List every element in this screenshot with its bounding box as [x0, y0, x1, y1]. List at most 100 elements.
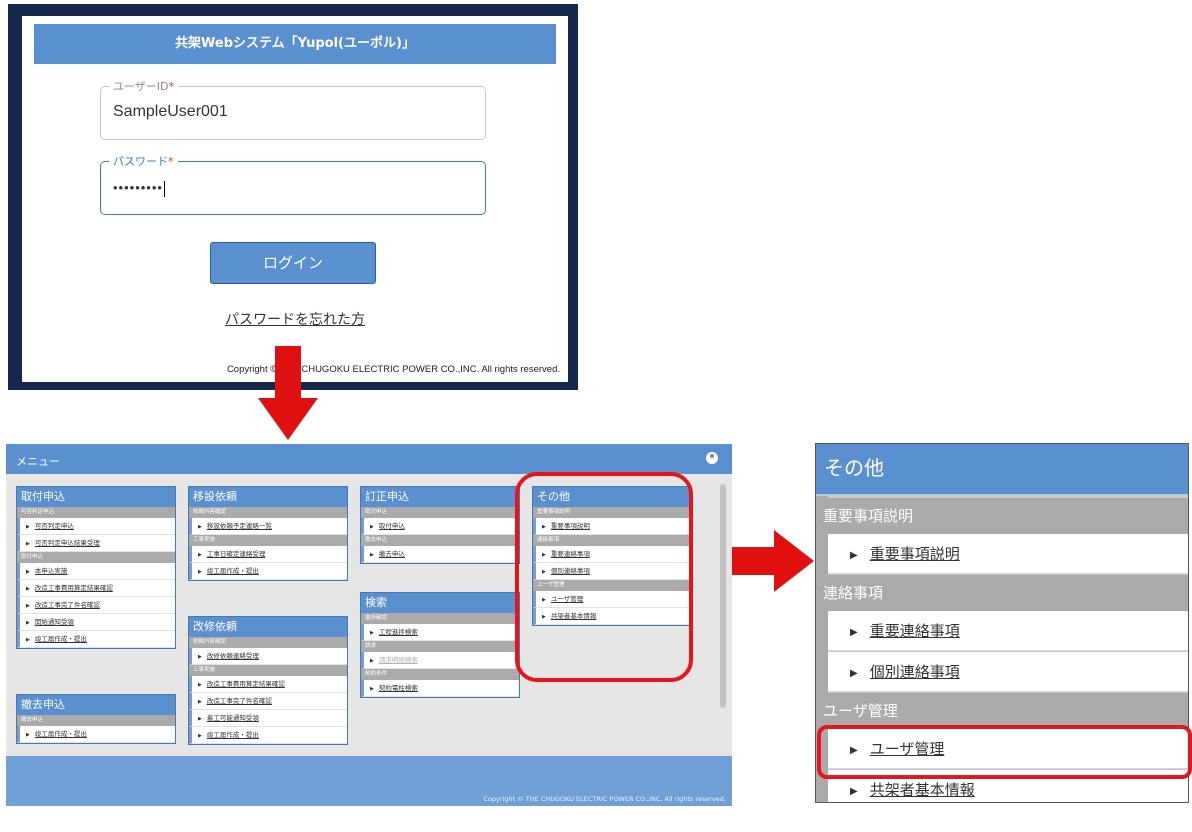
menu-section-header: 請求 [361, 641, 519, 652]
userid-input-value[interactable]: SampleUser001 [113, 103, 228, 121]
menu-item-link[interactable]: ▶ 改造工事完了件名確認 [189, 693, 347, 710]
triangle-right-icon: ▶ [370, 524, 374, 530]
arrow-down-icon [258, 346, 318, 440]
menu-item-link[interactable]: ▶ 着工可能通知受領 [189, 710, 347, 727]
triangle-right-icon: ▶ [198, 654, 202, 660]
triangle-right-icon: ▶ [198, 682, 202, 688]
menu-card-isetsu: 移設依頼 依頼内容確認 ▶ 移設依頼予定連絡一覧 工事実施 ▶ 工事日確定連絡受理 ▶ 竣工届作… [188, 486, 348, 581]
menu-item-label: 可否判定申込結果受理 [34, 539, 100, 547]
menu-card-tekkyo: 撤去申込 撤去申込 ▶ 竣工届作成・提出 [16, 694, 176, 744]
userid-field[interactable]: ユーザーID* SampleUser001 [100, 78, 486, 140]
zoomed-item-label: 共架者基本情報 [869, 781, 975, 799]
menu-item-link[interactable]: ▶ 契約電柱検索 [361, 680, 519, 697]
menu-item-link[interactable]: ▶ 本申込実施 [17, 563, 175, 580]
menu-item-link[interactable]: ▶ 工程進捗検索 [361, 624, 519, 641]
forgot-password-link[interactable]: パスワードを忘れた方 [22, 309, 568, 329]
menu-item-label: 撤去申込 [378, 550, 405, 558]
menu-section-header: 工事実施 [189, 535, 347, 546]
triangle-right-icon: ▶ [198, 716, 202, 722]
menu-card-title: 訂正申込 [361, 487, 519, 507]
menu-section-header: 可否判定申込 [17, 507, 175, 518]
triangle-right-icon: ▶ [850, 550, 858, 561]
scrollbar[interactable] [720, 484, 726, 708]
menu-item-link[interactable]: ▶ 竣工届作成・提出 [189, 563, 347, 580]
triangle-right-icon: ▶ [370, 658, 374, 664]
menu-item-link[interactable]: ▶ 可否判定申込結果受理 [17, 535, 175, 552]
menu-card-title: 移設依頼 [189, 487, 347, 507]
menu-item-label: 改造工事費用算定結果確認 [34, 584, 113, 592]
triangle-right-icon: ▶ [26, 732, 30, 738]
arrow-right-icon [718, 530, 814, 592]
triangle-right-icon: ▶ [370, 686, 374, 692]
menu-item-label: 竣工届作成・提出 [34, 635, 87, 643]
zoomed-item-label: 個別連絡事項 [869, 663, 960, 681]
highlight-other-card [515, 472, 693, 682]
menu-card-kensaku: 検索 進捗確認 ▶ 工程進捗検索 請求 ▶ 請求明細検索 契約条件 ▶ 契約電柱検索 [360, 592, 520, 698]
menu-item-label: 取付申込 [378, 522, 405, 530]
menu-item-link[interactable]: ▶ 取付申込 [361, 518, 519, 535]
menu-item-label: 契約電柱検索 [378, 684, 418, 692]
password-input-value[interactable]: ••••••••• [113, 180, 165, 197]
login-button[interactable]: ログイン [210, 242, 376, 284]
userid-label: ユーザーID* [109, 78, 178, 94]
menu-item-label: 工程進捗検索 [378, 628, 418, 636]
menu-item-link[interactable]: ▶ 改修依頼連絡受理 [189, 648, 347, 665]
zoomed-section-header: 重要事項説明 [816, 498, 1188, 534]
menu-item-label: 開始通知受領 [34, 618, 74, 626]
menu-item-label: 竣工届作成・提出 [34, 730, 87, 738]
menu-card-kaishu: 改修依頼 依頼内容確認 ▶ 改修依頼連絡受理 工事実施 ▶ 改造工事費用算定結果確認 ▶ 改造工… [188, 616, 348, 745]
menu-item-label: 本申込実施 [34, 567, 68, 575]
menu-section-header: 取付申込 [17, 552, 175, 563]
menu-item-link[interactable]: ▶ 竣工届作成・提出 [17, 631, 175, 648]
menu-card-toritsuke: 取付申込 可否判定申込 ▶ 可否判定申込 ▶ 可否判定申込結果受理 取付申込 ▶ 本申込実施 ▶ 改… [16, 486, 176, 649]
zoomed-card-title: その他 [816, 444, 1188, 496]
triangle-right-icon: ▶ [26, 524, 30, 530]
menu-section-header: 契約条件 [361, 669, 519, 680]
menu-item-link[interactable]: ▶ 改造工事費用算定結果確認 [17, 580, 175, 597]
triangle-right-icon: ▶ [198, 524, 202, 530]
menu-section-header: 撤去申込 [361, 535, 519, 546]
triangle-right-icon: ▶ [198, 552, 202, 558]
zoomed-menu-item[interactable]: ▶ 重要連絡事項 [828, 611, 1188, 651]
menu-item-link[interactable]: ▶ 可否判定申込 [17, 518, 175, 535]
triangle-right-icon: ▶ [850, 786, 858, 797]
menu-item-link[interactable]: ▶ 竣工届作成・提出 [189, 727, 347, 744]
menu-card-title: 取付申込 [17, 487, 175, 507]
password-field[interactable]: パスワード* ••••••••• [100, 153, 486, 215]
menu-item-label: 竣工届作成・提出 [206, 731, 259, 739]
triangle-right-icon: ▶ [198, 569, 202, 575]
menu-item-link[interactable]: ▶ 工事日確定連絡受理 [189, 546, 347, 563]
zoomed-item-label: 重要事項説明 [869, 545, 960, 563]
required-mark: * [168, 155, 174, 168]
menu-copyright: Copyright © THE CHUGOKU ELECTRIC POWER C… [483, 795, 726, 803]
menu-item-link[interactable]: ▶ 移設依頼予定連絡一覧 [189, 518, 347, 535]
triangle-right-icon: ▶ [198, 733, 202, 739]
menu-item-link: ▶ 請求明細検索 [361, 652, 519, 669]
menu-item-label: 請求明細検索 [378, 656, 418, 664]
menu-card-title: 撤去申込 [17, 695, 175, 715]
menu-item-link[interactable]: ▶ 撤去申込 [361, 546, 519, 563]
menu-item-label: 着工可能通知受領 [206, 714, 259, 722]
zoomed-section-header: 連絡事項 [816, 575, 1188, 611]
triangle-right-icon: ▶ [850, 668, 858, 679]
triangle-right-icon: ▶ [198, 699, 202, 705]
menu-item-link[interactable]: ▶ 改造工事完了件名確認 [17, 597, 175, 614]
triangle-right-icon: ▶ [26, 541, 30, 547]
menu-item-link[interactable]: ▶ 改造工事費用算定結果確認 [189, 676, 347, 693]
menu-section-header: 依頼内容確認 [189, 507, 347, 518]
zoomed-menu-item[interactable]: ▶ 重要事項説明 [828, 534, 1188, 574]
menu-footer: Copyright © THE CHUGOKU ELECTRIC POWER C… [6, 756, 732, 806]
login-header: 共架Webシステム「Yupol(ユーポル)」 [34, 24, 556, 64]
required-mark: * [168, 80, 175, 93]
menu-item-link[interactable]: ▶ 開始通知受領 [17, 614, 175, 631]
menu-card-teisei: 訂正申込 取付申込 ▶ 取付申込 撤去申込 ▶ 撤去申込 [360, 486, 520, 564]
menu-card-title: 検索 [361, 593, 519, 613]
menu-section-header: 進捗確認 [361, 613, 519, 624]
menu-section-header: 取付申込 [361, 507, 519, 518]
triangle-right-icon: ▶ [850, 627, 858, 638]
user-account-icon[interactable] [706, 452, 718, 464]
menu-title: メニュー [16, 455, 60, 468]
menu-item-link[interactable]: ▶ 竣工届作成・提出 [17, 726, 175, 743]
zoomed-menu-item[interactable]: ▶ 個別連絡事項 [828, 652, 1188, 692]
menu-section-header: 撤去申込 [17, 715, 175, 726]
